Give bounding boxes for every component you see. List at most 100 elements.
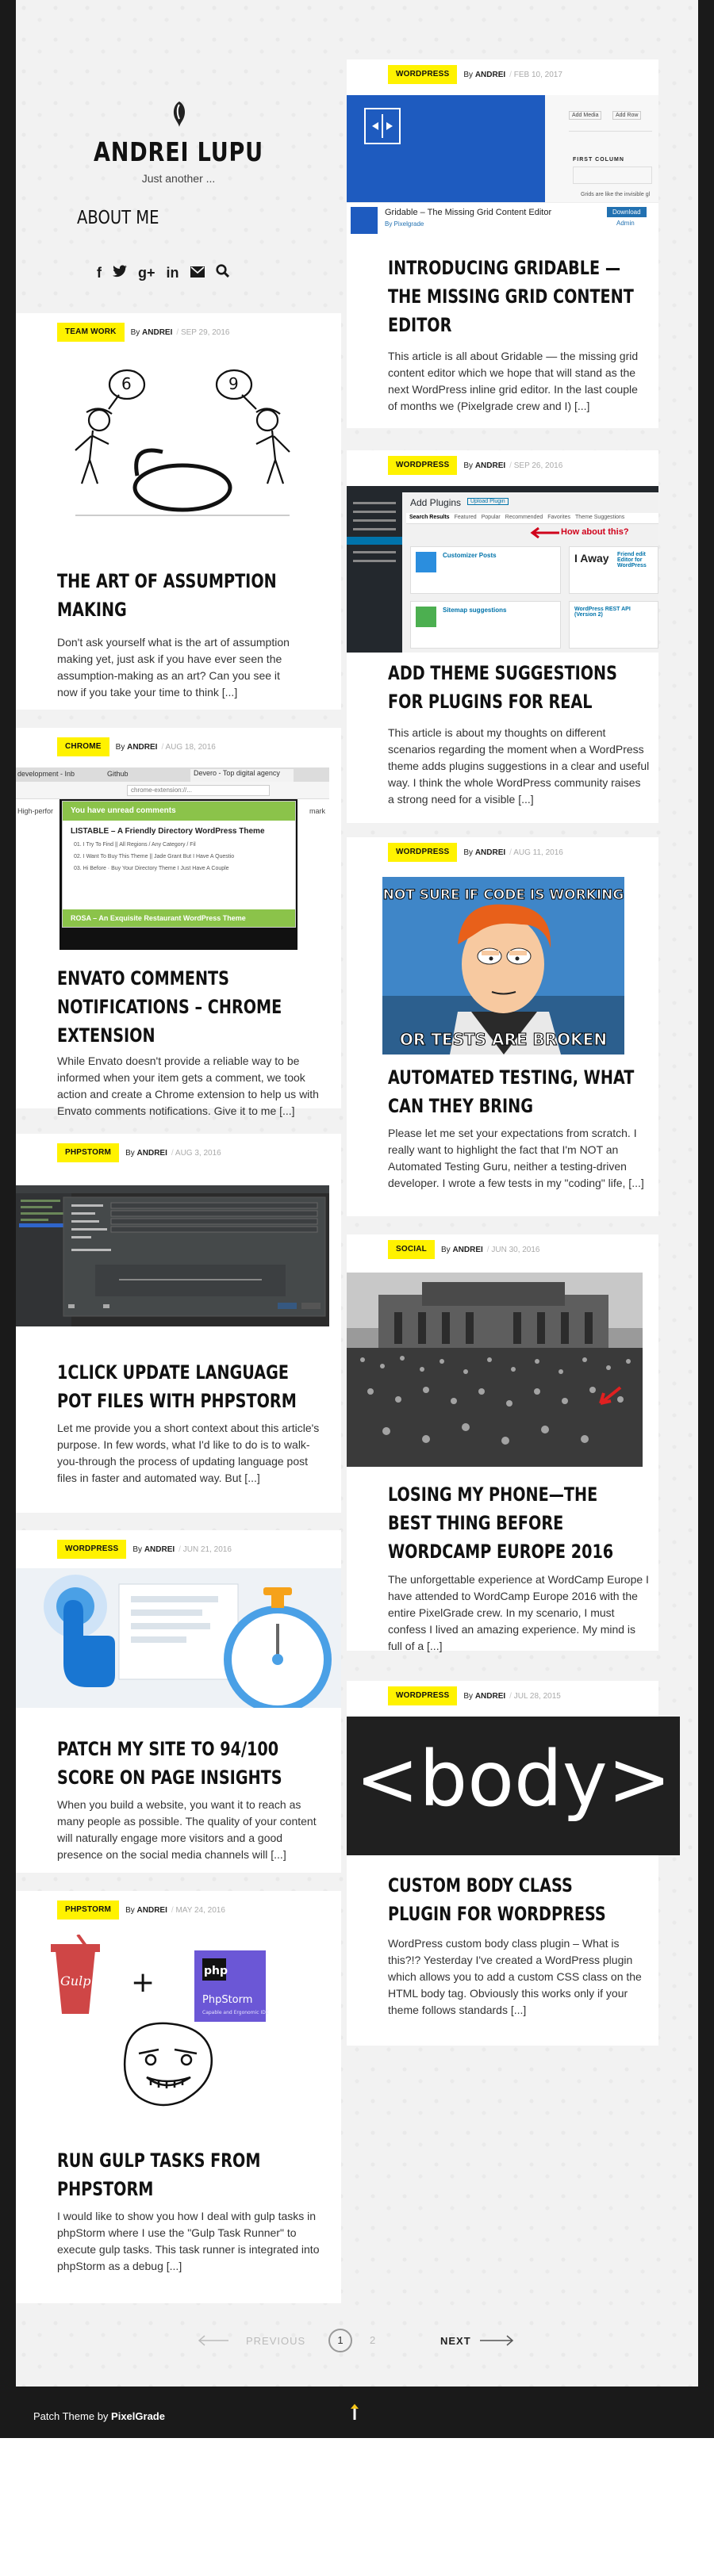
tab-favorites[interactable]: Favorites — [547, 515, 570, 522]
page-2-link[interactable]: 2 — [370, 2334, 375, 2346]
arrow-left-icon — [530, 527, 559, 538]
nav-about-me[interactable]: ABOUT ME — [77, 208, 159, 228]
post-thumbnail[interactable]: Add Plugins Upload Plugin Search Results… — [347, 486, 658, 653]
category-badge[interactable]: SOCIAL — [388, 1240, 435, 1259]
back-to-top-icon[interactable] — [349, 2402, 360, 2421]
add-media-button[interactable]: Add Media — [569, 111, 602, 120]
post-date[interactable]: SEP 26, 2016 — [509, 461, 563, 470]
post-title[interactable]: CUSTOM BODY CLASS PLUGIN FOR WORDPRESS — [388, 1871, 637, 1928]
popup-item-line[interactable]: 02. I Want To Buy This Theme || Jade Gra… — [63, 851, 295, 863]
search-icon[interactable] — [215, 264, 229, 281]
plugin-card-title[interactable]: WordPress REST API (Version 2) — [574, 607, 654, 618]
post-title[interactable]: ADD THEME SUGGESTIONS FOR PLUGINS FOR RE… — [388, 659, 637, 716]
post-title[interactable]: AUTOMATED TESTING, WHAT CAN THEY BRING — [388, 1063, 637, 1120]
browser-tab-active: Devero - Top digital agency — [190, 769, 294, 782]
arrow-left-icon[interactable] — [197, 2335, 228, 2346]
tab-recommended[interactable]: Recommended — [505, 515, 543, 522]
next-page-link[interactable]: NEXT — [440, 2335, 471, 2347]
post-date[interactable]: JUN 21, 2016 — [178, 1545, 232, 1554]
admin-link[interactable]: Admin — [616, 220, 635, 227]
post-date[interactable]: JUN 30, 2016 — [487, 1246, 539, 1254]
download-button[interactable]: Download — [607, 207, 647, 217]
post-date[interactable]: AUG 11, 2016 — [509, 848, 563, 857]
post-title[interactable]: PATCH MY SITE TO 94/100 SCORE ON PAGE IN… — [57, 1735, 311, 1792]
popup-item-title[interactable]: ROSA – An Exquisite Restaurant WordPress… — [63, 909, 295, 927]
author-link[interactable]: ANDREI — [475, 461, 505, 470]
post-date[interactable]: JUL 28, 2015 — [509, 1692, 561, 1701]
post-card: TEAM WORK By ANDREI SEP 29, 2016 — [16, 313, 341, 710]
tab-theme-suggestions[interactable]: Theme Suggestions — [575, 515, 624, 522]
arrow-right-icon[interactable] — [480, 2335, 515, 2346]
category-badge[interactable]: WORDPRESS — [388, 1686, 458, 1705]
post-thumbnail[interactable] — [16, 1568, 341, 1708]
plugin-card[interactable]: Customizer Posts — [410, 546, 561, 594]
category-badge[interactable]: TEAM WORK — [57, 323, 125, 342]
author-link[interactable]: ANDREI — [142, 328, 172, 337]
plugin-card-title[interactable]: Customizer Posts — [443, 552, 497, 559]
author-link[interactable]: ANDREI — [137, 1149, 167, 1158]
post-title[interactable]: RUN GULP TASKS FROM PHPSTORM — [57, 2146, 311, 2203]
logo-icon[interactable] — [169, 100, 190, 128]
author-link[interactable]: ANDREI — [475, 848, 505, 857]
page-1-link[interactable]: 1 — [328, 2329, 352, 2352]
previous-page-link[interactable]: PREVIOUS — [246, 2335, 305, 2347]
category-badge[interactable]: WORDPRESS — [388, 843, 458, 862]
popup-item-line[interactable]: 01. I Try To Find || All Regions / Any C… — [63, 839, 295, 851]
author-link[interactable]: ANDREI — [475, 1692, 505, 1701]
plugin-card-title[interactable]: Friend edit Editor for WordPress — [617, 552, 657, 568]
post-thumbnail[interactable]: Gulp + php PhpStorm Capable and Ergonomi… — [40, 1935, 309, 2113]
tab-search-results[interactable]: Search Results — [409, 515, 450, 522]
popup-item-line[interactable]: 03. Hi Before · Buy Your Directory Theme… — [63, 863, 295, 875]
author-link[interactable]: ANDREI — [452, 1246, 482, 1254]
post-thumbnail[interactable] — [16, 1185, 329, 1326]
add-row-button[interactable]: Add Row — [612, 111, 642, 120]
social-links: f g+ in — [97, 264, 229, 281]
footer-brand-link[interactable]: PixelGrade — [111, 2410, 165, 2422]
google-plus-icon[interactable]: g+ — [138, 264, 155, 281]
linkedin-icon[interactable]: in — [167, 264, 179, 281]
post-title[interactable]: THE ART OF ASSUMPTION MAKING — [57, 567, 311, 624]
plugin-author[interactable]: By Pixelgrade — [385, 220, 424, 228]
category-badge[interactable]: PHPSTORM — [57, 1143, 120, 1162]
category-badge[interactable]: WORDPRESS — [388, 456, 458, 475]
post-date[interactable]: AUG 3, 2016 — [171, 1149, 221, 1158]
post-date[interactable]: AUG 18, 2016 — [161, 743, 215, 752]
post-title[interactable]: INTRODUCING GRIDABLE — THE MISSING GRID … — [388, 254, 637, 339]
post-thumbnail[interactable] — [347, 1273, 643, 1467]
post-card: CHROME By ANDREI AUG 18, 2016 developmen… — [16, 728, 341, 1117]
category-badge[interactable]: WORDPRESS — [57, 1540, 127, 1559]
author-link[interactable]: ANDREI — [127, 743, 157, 752]
author-link[interactable]: ANDREI — [137, 1906, 167, 1915]
plugin-card-title[interactable]: Sitemap suggestions — [443, 607, 506, 614]
plugin-card[interactable]: Sitemap suggestions — [410, 601, 561, 649]
post-date[interactable]: SEP 29, 2016 — [176, 328, 230, 337]
post-date[interactable]: FEB 10, 2017 — [509, 71, 562, 79]
twitter-icon[interactable] — [113, 264, 127, 281]
post-title[interactable]: ENVATO COMMENTS NOTIFICATIONS – CHROME E… — [57, 964, 317, 1050]
tab-featured[interactable]: Featured — [455, 515, 477, 522]
post-thumbnail[interactable]: development - Inb Github Devero - Top di… — [16, 767, 329, 950]
post-title[interactable]: LOSING MY PHONE—THE BEST THING BEFORE WO… — [388, 1480, 637, 1566]
post-title[interactable]: 1CLICK UPDATE LANGUAGE POT FILES WITH PH… — [57, 1358, 317, 1415]
plugin-card[interactable]: I Away Friend edit Editor for WordPress — [569, 546, 658, 594]
post-thumbnail[interactable]: Add Media Add Row FIRST COLUMN Grids are… — [347, 95, 658, 246]
author-link[interactable]: ANDREI — [144, 1545, 175, 1554]
category-badge[interactable]: PHPSTORM — [57, 1900, 120, 1920]
category-badge[interactable]: CHROME — [57, 737, 109, 756]
plugin-name[interactable]: Gridable – The Missing Grid Content Edit… — [385, 208, 551, 217]
upload-plugin-button[interactable]: Upload Plugin — [467, 498, 509, 505]
plugin-card[interactable]: WordPress REST API (Version 2) — [569, 601, 658, 649]
facebook-icon[interactable]: f — [97, 264, 102, 281]
popup-item-title[interactable]: LISTABLE – A Friendly Directory WordPres… — [63, 821, 295, 839]
site-title[interactable]: ANDREI LUPU — [45, 136, 312, 167]
category-badge[interactable]: WORDPRESS — [388, 65, 458, 84]
post-thumbnail[interactable]: NOT SURE IF CODE IS WORKING OR TESTS ARE… — [382, 877, 624, 1055]
post-thumbnail[interactable]: 6 9 — [52, 357, 313, 527]
post-thumbnail[interactable]: <body> — [347, 1717, 680, 1855]
post-date[interactable]: MAY 24, 2016 — [171, 1906, 225, 1915]
tab-popular[interactable]: Popular — [482, 515, 501, 522]
plugin-icon — [351, 207, 378, 234]
email-icon[interactable] — [190, 264, 205, 281]
url-bar: chrome-extension://... — [127, 785, 270, 796]
author-link[interactable]: ANDREI — [475, 71, 505, 79]
